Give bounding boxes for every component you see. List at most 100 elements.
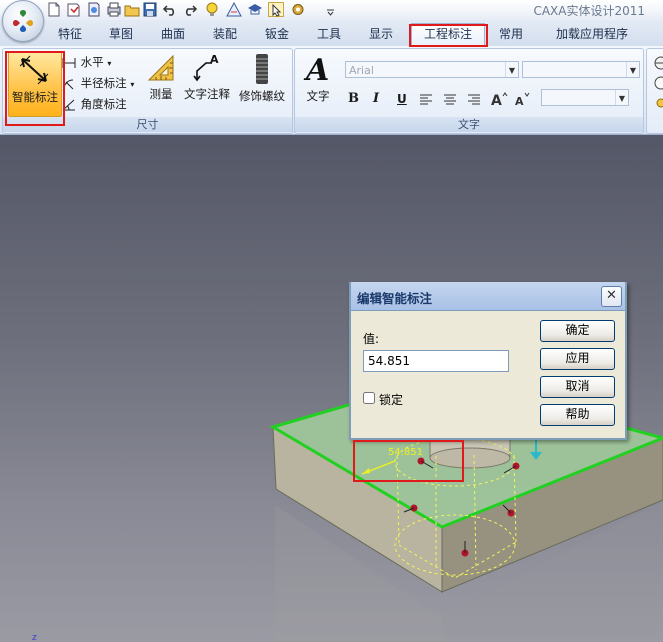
window-title: CAXA实体设计2011 (533, 4, 645, 18)
dimension-value-label: 54.851 (388, 447, 423, 458)
radius-dimension-button[interactable]: 半径标注 ▾ (61, 73, 134, 93)
measure-label: 测量 (149, 87, 173, 101)
text-annotation-button[interactable]: A 文字注释 (181, 51, 233, 113)
print-icon[interactable] (106, 2, 122, 17)
cap-icon[interactable] (247, 2, 263, 17)
align-right-icon (468, 94, 480, 104)
measure-button[interactable]: 测量 (143, 51, 179, 113)
horizontal-dropdown-icon[interactable]: ▾ (107, 59, 111, 68)
text-group-label: 文字 (295, 117, 643, 132)
angle-dimension-icon (62, 99, 75, 110)
ok-button[interactable]: 确定 (540, 320, 615, 342)
edit-smart-dimension-dialog: 编辑智能标注 ✕ 值: 锁定 确定 应用 取消 帮助 (349, 282, 627, 440)
text-icon: A (303, 53, 329, 85)
value-label: 值: (363, 332, 380, 346)
align-left-icon (420, 94, 432, 104)
dimension-group: 智能标注 水平 ▾ 半径标注 ▾ 角度标注 测量 A 文字注释 修饰螺纹 尺寸 (2, 48, 293, 134)
save-icon[interactable] (142, 2, 158, 17)
cosmetic-thread-button[interactable]: 修饰螺纹 (235, 51, 289, 113)
horizontal-label: 水平 (80, 55, 104, 69)
svg-text:A: A (515, 95, 524, 107)
thread-label: 修饰螺纹 (239, 89, 285, 103)
dialog-title-bar[interactable]: 编辑智能标注 ✕ (351, 282, 625, 311)
align-center-button[interactable] (443, 89, 457, 109)
radius-label: 半径标注 (80, 76, 127, 90)
lock-label: 锁定 (379, 393, 404, 407)
align-left-button[interactable] (419, 89, 433, 109)
align-center-icon (444, 94, 456, 104)
font-combo-dropdown-icon[interactable]: ▼ (505, 62, 518, 77)
increase-font-button[interactable]: A (491, 88, 509, 109)
smart-dimension-button[interactable]: 智能标注 (8, 51, 62, 117)
radius-dropdown-icon[interactable]: ▾ (130, 80, 134, 89)
new-file-icon[interactable] (46, 2, 62, 17)
tab-assembly[interactable]: 装配 (204, 24, 246, 44)
font-combo[interactable]: Arial ▼ (345, 61, 519, 78)
underline-button[interactable]: U (397, 89, 407, 109)
increase-font-icon: A (491, 91, 508, 109)
svg-text:A: A (491, 93, 502, 107)
angle-dimension-button[interactable]: 角度标注 (61, 94, 127, 114)
tab-tools[interactable]: 工具 (308, 24, 350, 44)
tab-display[interactable]: 显示 (360, 24, 402, 44)
settings-icon[interactable] (290, 2, 306, 17)
svg-text:A: A (210, 53, 219, 66)
text-button[interactable]: A 文字 (300, 51, 336, 113)
horizontal-dimension-button[interactable]: 水平 ▾ (61, 52, 111, 72)
partial-group-icons[interactable] (653, 53, 663, 113)
undo-icon[interactable] (162, 2, 178, 17)
customize-dropdown-icon[interactable] (326, 2, 342, 17)
text-annotation-label: 文字注释 (184, 87, 230, 101)
partial-group (646, 48, 663, 134)
cancel-button[interactable]: 取消 (540, 376, 615, 398)
title-bar: CAXA实体设计2011 (0, 0, 663, 20)
pointer-icon[interactable] (268, 2, 284, 17)
font-size-combo-dropdown-icon[interactable]: ▼ (626, 62, 639, 77)
tab-common[interactable]: 常用 (490, 24, 532, 44)
caxa-logo-icon (13, 10, 33, 32)
ribbon: 智能标注 水平 ▾ 半径标注 ▾ 角度标注 测量 A 文字注释 修饰螺纹 尺寸 … (0, 46, 663, 135)
value-input[interactable] (363, 350, 509, 372)
help-button[interactable]: 帮助 (540, 404, 615, 426)
tab-sheet-metal[interactable]: 钣金 (256, 24, 298, 44)
horizontal-dimension-icon (62, 57, 76, 68)
thread-icon (256, 54, 268, 84)
tab-add-ins[interactable]: 加载应用程序 (544, 24, 640, 44)
text-annotation-icon: A (193, 53, 219, 82)
svg-text:A: A (303, 53, 329, 85)
smart-dimension-icon (19, 55, 49, 85)
tab-sketch[interactable]: 草图 (100, 24, 142, 44)
decrease-font-button[interactable]: A (514, 88, 532, 108)
redo-icon[interactable] (182, 2, 198, 17)
close-icon: ✕ (606, 288, 617, 303)
angle-label: 角度标注 (80, 97, 127, 111)
tab-features[interactable]: 特征 (49, 24, 91, 44)
ribbon-tabs: 特征 草图 曲面 装配 钣金 工具 显示 工程标注 常用 加载应用程序 (0, 20, 663, 47)
font-combo-value: Arial (349, 64, 374, 77)
text-style-combo[interactable]: ▼ (541, 89, 629, 106)
italic-button[interactable]: I (373, 89, 379, 109)
measure-icon (147, 54, 174, 81)
bold-button[interactable]: B (348, 89, 359, 109)
triangle-tool-icon[interactable] (226, 2, 242, 17)
open-folder-icon[interactable] (124, 2, 140, 17)
dialog-close-button[interactable]: ✕ (601, 286, 622, 307)
font-size-combo[interactable]: ▼ (522, 61, 640, 78)
dialog-title: 编辑智能标注 (357, 291, 433, 306)
tab-engineering-annotation[interactable]: 工程标注 (411, 23, 485, 46)
dimension-group-label: 尺寸 (3, 117, 292, 132)
lock-checkbox[interactable] (363, 392, 375, 404)
decrease-font-icon: A (515, 92, 530, 108)
new-design-icon[interactable] (86, 2, 102, 17)
align-right-button[interactable] (467, 89, 481, 109)
smart-dimension-label: 智能标注 (12, 90, 58, 104)
text-style-combo-dropdown-icon[interactable]: ▼ (615, 90, 628, 105)
open-template-icon[interactable] (66, 2, 82, 17)
radius-dimension-icon (63, 79, 74, 89)
axis-label: z (32, 633, 37, 642)
lightbulb-icon[interactable] (204, 2, 220, 17)
text-button-label: 文字 (306, 89, 330, 103)
application-menu-button[interactable] (2, 0, 44, 42)
apply-button[interactable]: 应用 (540, 348, 615, 370)
tab-surface[interactable]: 曲面 (152, 24, 194, 44)
